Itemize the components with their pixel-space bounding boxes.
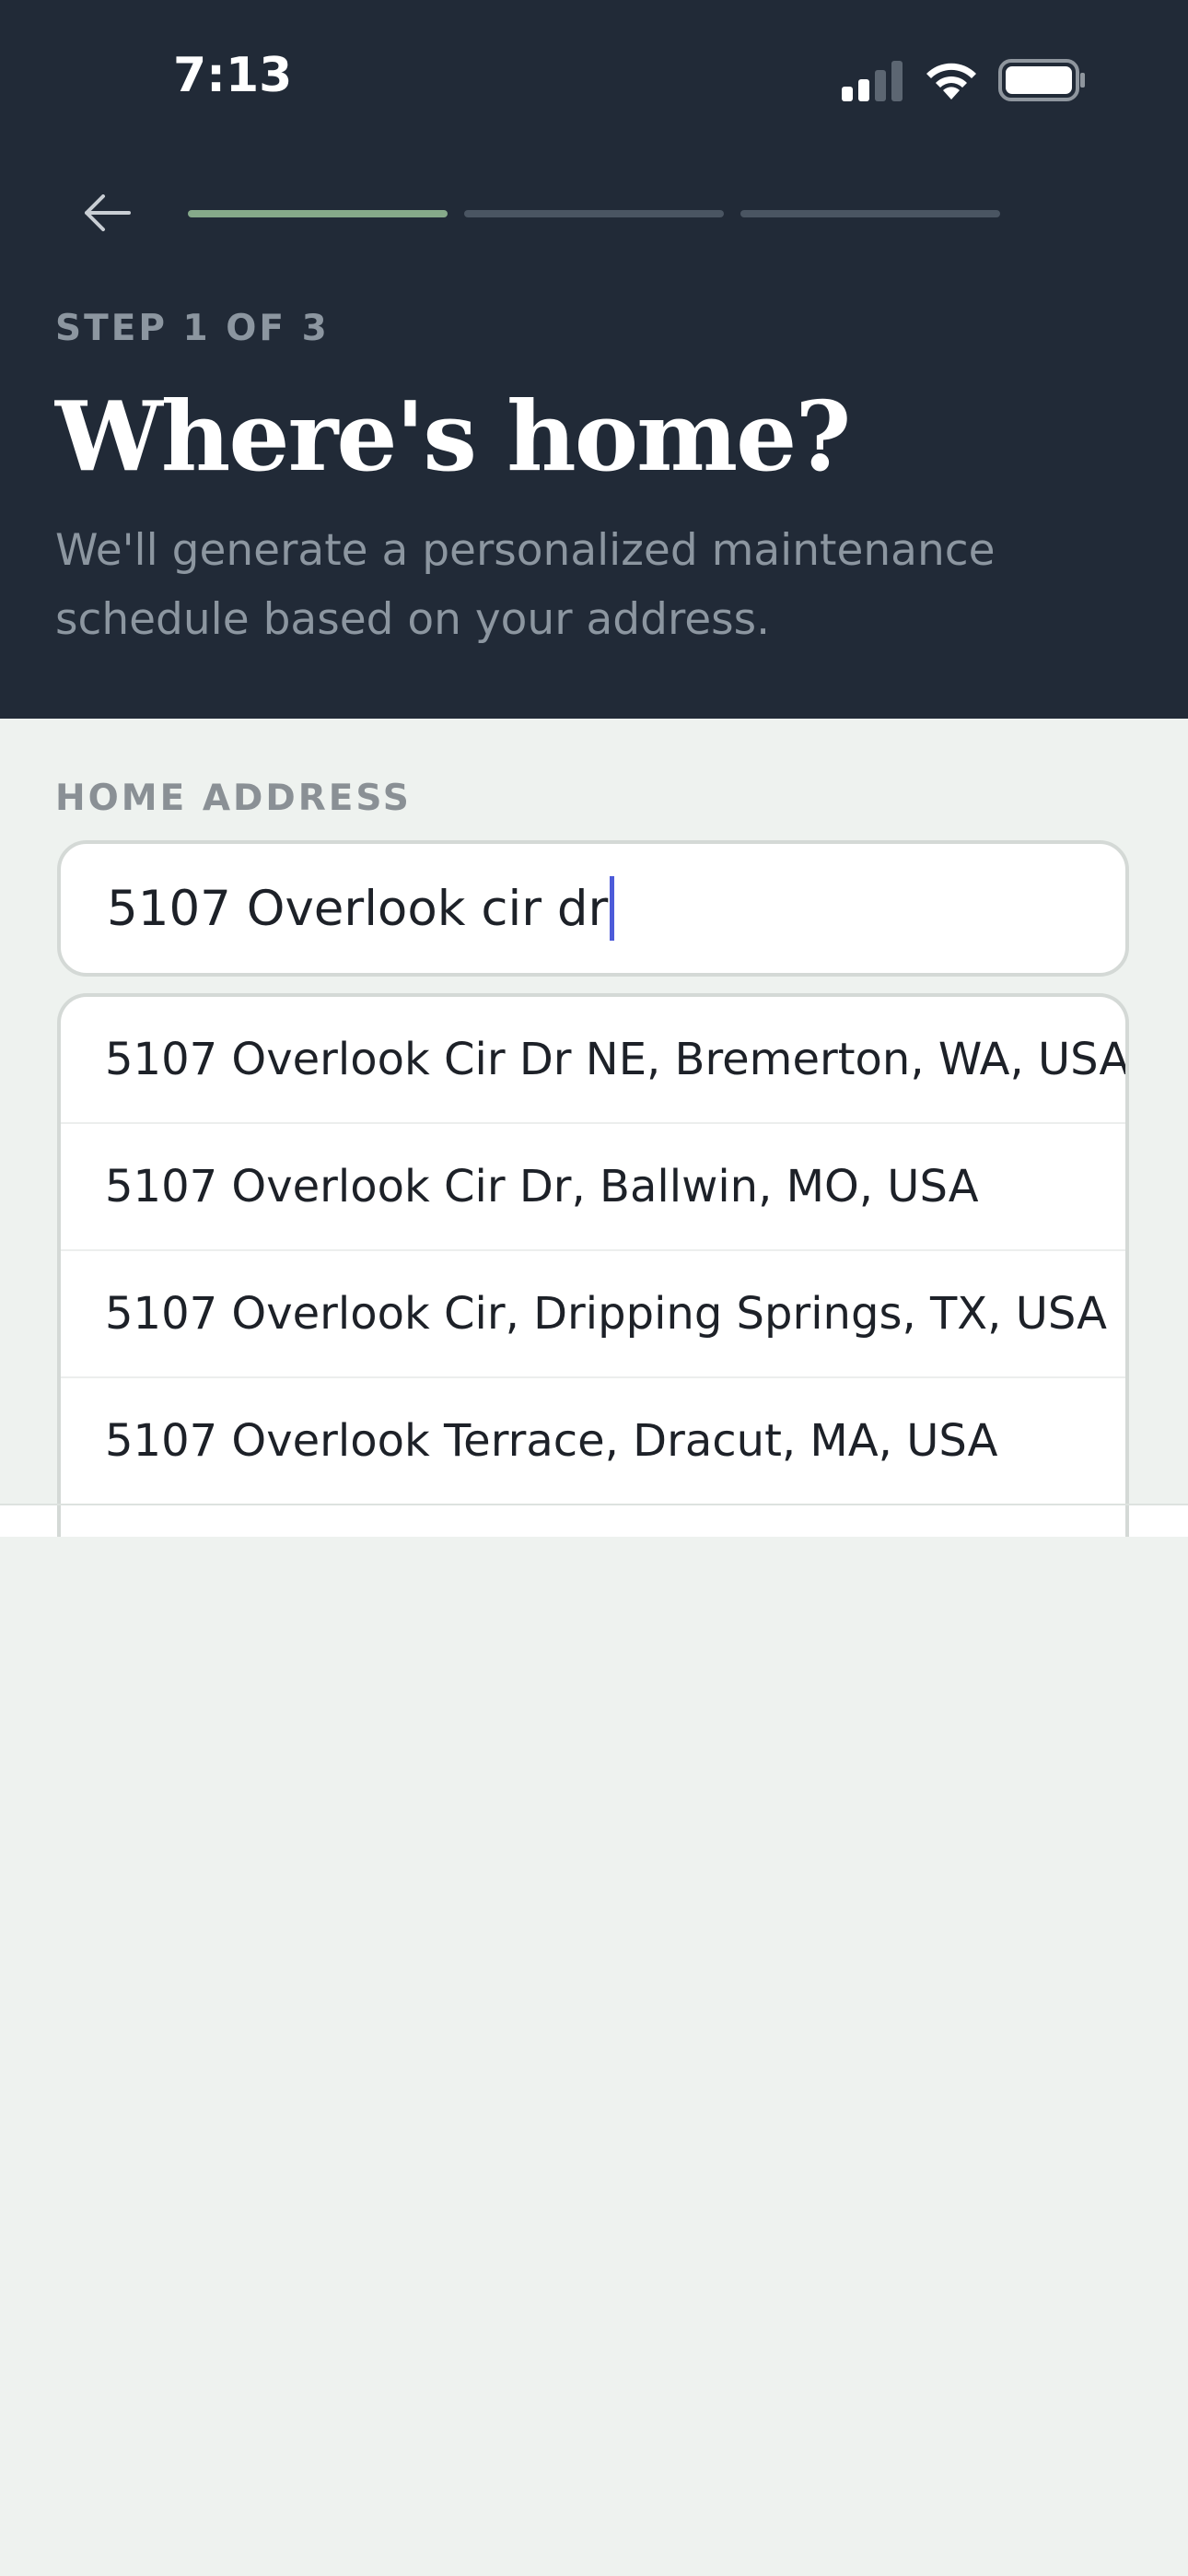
bottom-sheet-edge-right [1129,1505,1188,1537]
address-suggestion[interactable]: 5107 Overlook Cir, Dripping Springs, TX,… [61,1251,1125,1378]
status-bar-time: 7:13 [173,48,293,103]
progress-step-2 [464,210,724,217]
onboarding-header: 7:13 STEP 1 OF 3 Where's home? We'll gen… [0,0,1188,719]
home-address-label: HOME ADDRESS [55,778,412,819]
address-suggestion[interactable]: 5107 Overlook Cir Dr NE, Bremerton, WA, … [61,997,1125,1124]
address-suggestion[interactable]: 5107 Overlook Cir Dr, Ballwin, MO, USA [61,1124,1125,1251]
bottom-sheet-divider [0,1504,1188,1505]
address-suggestions-dropdown: 5107 Overlook Cir Dr NE, Bremerton, WA, … [57,993,1129,1537]
progress-step-3 [740,210,1000,217]
text-cursor [610,876,615,941]
back-button[interactable] [70,181,144,245]
arrow-left-icon [85,194,131,231]
content-background [0,1537,1188,2576]
progress-step-1 [188,210,448,217]
step-indicator: STEP 1 OF 3 [55,308,330,349]
page-subtitle: We'll generate a personalized maintenanc… [55,525,996,645]
battery-icon [998,59,1085,101]
address-suggestion[interactable]: 5107 Overlook Terrace, Dracut, MA, USA [61,1378,1125,1505]
cellular-signal-icon [842,61,903,101]
bottom-sheet-edge-left [0,1505,57,1537]
wifi-icon [926,63,976,100]
home-address-value: 5107 Overlook cir dr [107,880,609,937]
page-title: Where's home? [55,380,851,493]
home-address-input[interactable]: 5107 Overlook cir dr [57,840,1129,977]
